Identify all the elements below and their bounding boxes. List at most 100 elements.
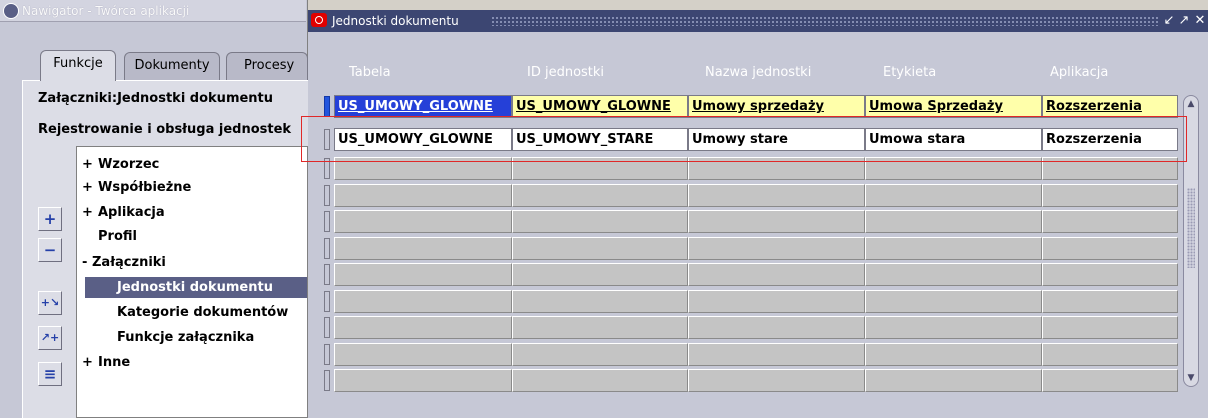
close-icon[interactable]: ✕ (1192, 10, 1208, 32)
empty-cell[interactable] (1042, 263, 1178, 286)
expand-all-button[interactable]: ↗+ (38, 326, 62, 350)
tree-item-wspolbiezne[interactable]: + Współbieżne (82, 177, 191, 198)
function-tree[interactable]: + Wzorzec + Współbieżne + Aplikacja Profil … (76, 146, 308, 418)
tree-item-label: Współbieżne (98, 180, 192, 195)
tree-expand-marker: + (82, 180, 93, 195)
scroll-up-icon[interactable]: ▲ (1185, 98, 1197, 110)
empty-cell[interactable] (334, 316, 512, 339)
tab-funkcje[interactable]: Funkcje (40, 50, 116, 81)
empty-cell[interactable] (334, 289, 512, 313)
row-indicator[interactable] (324, 370, 330, 391)
expand-button[interactable]: + (38, 207, 62, 231)
expand-icon: + (43, 210, 57, 228)
window-title: Jednostki dokumentu (332, 14, 459, 28)
expand-branch-button[interactable]: +↘ (38, 291, 62, 315)
row-indicator[interactable] (324, 184, 330, 206)
app-logo-icon (3, 3, 19, 19)
tree-item-kategorie-dokumentow[interactable]: Kategorie dokumentów (117, 302, 288, 323)
empty-cell[interactable] (865, 316, 1042, 339)
column-header-etykieta: Etykieta (883, 65, 937, 80)
empty-cell[interactable] (512, 183, 688, 207)
tab-procesy[interactable]: Procesy (226, 52, 308, 80)
empty-cell[interactable] (865, 263, 1042, 286)
row-indicator[interactable] (324, 343, 330, 365)
tree-item-wzorzec[interactable]: + Wzorzec (82, 154, 159, 175)
tree-item-label: Inne (98, 355, 131, 370)
empty-cell[interactable] (865, 183, 1042, 207)
row-indicator[interactable] (324, 317, 330, 338)
tree-item-aplikacja[interactable]: + Aplikacja (82, 202, 165, 223)
maximize-icon[interactable]: ↗ (1176, 10, 1192, 32)
empty-cell[interactable] (865, 289, 1042, 313)
navigator-title: Nawigator - Twórca aplikacji (22, 4, 190, 18)
tree-item-label: Kategorie dokumentów (117, 305, 289, 320)
tab-dokumenty[interactable]: Dokumenty (124, 52, 220, 80)
cell-id-jednostki[interactable]: US_UMOWY_GLOWNE (512, 95, 688, 118)
empty-cell[interactable] (512, 289, 688, 313)
tree-item-profil[interactable]: Profil (82, 226, 137, 247)
function-heading: Załączniki:Jednostki dokumentu (38, 91, 274, 106)
empty-cell[interactable] (1042, 210, 1178, 233)
tree-item-inne[interactable]: + Inne (82, 352, 130, 373)
empty-cell[interactable] (1042, 289, 1178, 313)
row-indicator[interactable] (324, 237, 330, 259)
empty-cell[interactable] (865, 210, 1042, 233)
scroll-thumb-grip[interactable] (1187, 188, 1195, 268)
tree-item-label: Aplikacja (98, 205, 165, 220)
empty-cell[interactable] (334, 210, 512, 233)
row-indicator[interactable] (324, 264, 330, 285)
expand-branch-icon: +↘ (40, 296, 60, 309)
empty-cell[interactable] (334, 236, 512, 260)
empty-cell[interactable] (512, 236, 688, 260)
empty-cell[interactable] (334, 183, 512, 207)
column-header-tabela: Tabela (349, 65, 391, 80)
empty-cell[interactable] (1042, 236, 1178, 260)
empty-cell[interactable] (688, 263, 865, 286)
empty-cell[interactable] (688, 236, 865, 260)
empty-cell[interactable] (512, 316, 688, 339)
tree-expand-marker: + (82, 157, 93, 172)
empty-cell[interactable] (688, 210, 865, 233)
row-indicator[interactable] (324, 290, 330, 312)
tree-item-label: Jednostki dokumentu (117, 280, 273, 295)
empty-cell[interactable] (688, 369, 865, 392)
empty-cell[interactable] (512, 210, 688, 233)
tree-item-jednostki-dokumentu[interactable]: Jednostki dokumentu (85, 277, 307, 298)
title-bar-grip (491, 16, 1159, 26)
cell-tabela[interactable]: US_UMOWY_GLOWNE (334, 95, 512, 118)
row-indicator[interactable] (324, 211, 330, 232)
empty-cell[interactable] (688, 183, 865, 207)
empty-cell[interactable] (1042, 316, 1178, 339)
function-description: Rejestrowanie i obsługa jednostek (38, 122, 292, 137)
tree-item-zalaczniki[interactable]: - Załączniki (82, 252, 166, 273)
scroll-down-icon[interactable]: ▼ (1185, 372, 1197, 384)
empty-cell[interactable] (1042, 342, 1178, 366)
cell-nazwa-jednostki[interactable]: Umowy sprzedaży (688, 95, 865, 118)
oracle-logo-icon (311, 13, 327, 27)
tree-item-label: Wzorzec (98, 157, 160, 172)
empty-cell[interactable] (334, 342, 512, 366)
tree-item-funkcje-zalacznika[interactable]: Funkcje załącznika (117, 327, 254, 348)
empty-cell[interactable] (512, 263, 688, 286)
empty-cell[interactable] (1042, 183, 1178, 207)
empty-cell[interactable] (688, 289, 865, 313)
cell-etykieta[interactable]: Umowa Sprzedaży (865, 95, 1042, 118)
empty-cell[interactable] (865, 369, 1042, 392)
collapse-button[interactable]: − (38, 238, 62, 262)
empty-cell[interactable] (688, 316, 865, 339)
cell-aplikacja[interactable]: Rozszerzenia (1042, 95, 1178, 118)
empty-cell[interactable] (512, 342, 688, 366)
empty-cell[interactable] (1042, 369, 1178, 392)
empty-cell[interactable] (865, 236, 1042, 260)
window-title-bar[interactable]: Jednostki dokumentu ↙ ↗ ✕ (308, 10, 1208, 32)
collapse-all-icon: ≡ (43, 365, 57, 383)
empty-cell[interactable] (865, 342, 1042, 366)
empty-cell[interactable] (334, 369, 512, 392)
minimize-icon[interactable]: ↙ (1161, 10, 1177, 32)
row-indicator[interactable] (324, 96, 330, 117)
empty-cell[interactable] (688, 342, 865, 366)
collapse-all-button[interactable]: ≡ (38, 362, 62, 386)
empty-cell[interactable] (512, 369, 688, 392)
empty-cell[interactable] (334, 263, 512, 286)
column-header-nazwa-jednostki: Nazwa jednostki (705, 65, 812, 80)
